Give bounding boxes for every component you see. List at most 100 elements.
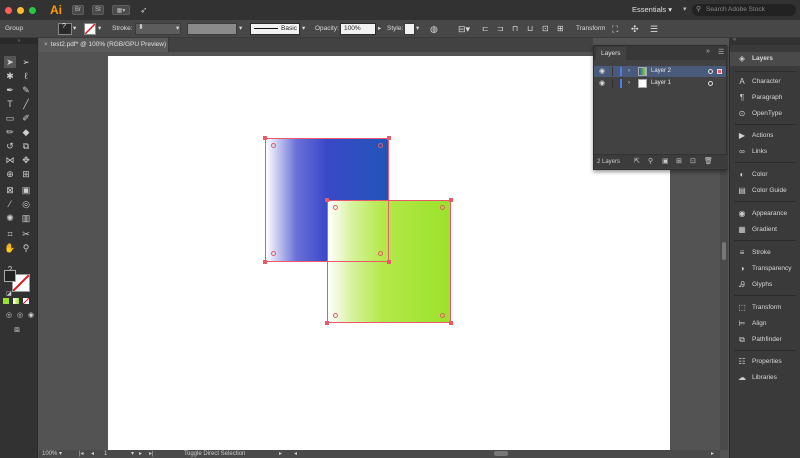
target-icon[interactable] <box>708 81 713 86</box>
magic-wand-tool-icon[interactable]: ✱ <box>4 70 16 82</box>
control-bar-menu-icon[interactable]: ☰ <box>650 23 658 35</box>
brush-dropdown-icon[interactable]: ▾ <box>302 23 305 35</box>
fill-swatch[interactable]: ? <box>58 23 72 35</box>
dock-item-color[interactable]: ◐ Color <box>730 168 800 182</box>
stroke-weight-dropdown-icon[interactable]: ▾ <box>176 23 179 35</box>
artboard-tool-icon[interactable]: ⌗ <box>4 228 16 240</box>
artboard-dropdown-icon[interactable]: ▾ <box>131 450 134 458</box>
width-tool-icon[interactable]: ⋈ <box>4 154 16 166</box>
delete-layer-icon[interactable]: 🗑 <box>704 155 713 169</box>
corner-widget-icon[interactable] <box>333 205 338 210</box>
none-mode-icon[interactable] <box>23 298 29 304</box>
close-window-button[interactable] <box>5 6 12 14</box>
dock-item-transparency[interactable]: ◑ Transparency <box>730 262 800 276</box>
curvature-tool-icon[interactable]: ✎ <box>20 84 32 96</box>
slice-tool-icon[interactable]: ✂ <box>20 228 32 240</box>
corner-widget-icon[interactable] <box>271 251 276 256</box>
scale-tool-icon[interactable]: ⧉ <box>20 140 32 152</box>
zoom-window-button[interactable] <box>29 6 36 14</box>
graphic-style-swatch[interactable] <box>404 23 415 35</box>
variable-width-profile[interactable] <box>187 23 237 35</box>
dock-expand-icon[interactable]: « <box>733 37 736 43</box>
anchor-point[interactable] <box>263 136 267 140</box>
bridge-button[interactable]: Br <box>72 5 84 15</box>
dock-item-actions[interactable]: ▶ Actions <box>730 129 800 143</box>
dock-item-gradient[interactable]: ▦ Gradient <box>730 223 800 237</box>
dock-item-align[interactable]: ⊨ Align <box>730 317 800 331</box>
line-segment-tool-icon[interactable]: ╱ <box>20 98 32 110</box>
type-tool-icon[interactable]: T <box>4 98 16 110</box>
anchor-point[interactable] <box>449 321 453 325</box>
corner-widget-icon[interactable] <box>378 251 383 256</box>
dock-item-paragraph[interactable]: ¶ Paragraph <box>730 91 800 105</box>
eyedropper-tool-icon[interactable]: ⁄ <box>4 198 16 210</box>
dock-item-appearance[interactable]: ◉ Appearance <box>730 207 800 221</box>
brush-definition-field[interactable]: Basic <box>250 23 300 35</box>
anchor-point[interactable] <box>449 198 453 202</box>
stock-search-input[interactable]: ⚲ Search Adobe Stock <box>692 4 796 16</box>
align-top-icon[interactable]: ⊔ <box>527 23 533 35</box>
align-middle-icon[interactable]: ⊡ <box>542 23 549 35</box>
minimize-window-button[interactable] <box>17 6 24 14</box>
lock-toggle[interactable] <box>612 67 613 76</box>
isolate-group-icon[interactable]: ⛶ <box>612 23 618 35</box>
shape-builder-tool-icon[interactable]: ⊕ <box>4 168 16 180</box>
dock-item-libraries[interactable]: ☁ Libraries <box>730 371 800 385</box>
previous-artboard-icon[interactable]: ◂ <box>91 450 94 458</box>
screen-mode-icon[interactable]: ⧈ <box>11 323 23 335</box>
lock-toggle[interactable] <box>612 79 613 88</box>
workspace-menu-icon[interactable]: ▾ <box>683 5 687 13</box>
style-dropdown-icon[interactable]: ▾ <box>416 23 419 35</box>
symbol-sprayer-tool-icon[interactable]: ✺ <box>4 212 16 224</box>
collapse-panel-icon[interactable]: » <box>706 48 710 55</box>
shaper-tool-icon[interactable]: ✏ <box>4 126 16 138</box>
lasso-tool-icon[interactable]: ℓ <box>20 70 32 82</box>
gpu-performance-icon[interactable]: ➶ <box>140 5 148 16</box>
zoom-dropdown-icon[interactable]: ▾ <box>59 450 62 458</box>
artboard-number-field[interactable]: 1 <box>104 450 107 458</box>
dock-item-pathfinder[interactable]: ⧉ Pathfinder <box>730 333 800 347</box>
vertical-scroll-thumb[interactable] <box>722 242 726 260</box>
selection-indicator[interactable] <box>717 69 722 74</box>
layer-name[interactable]: Layer 1 <box>651 78 671 89</box>
draw-inside-icon[interactable]: ◉ <box>25 310 37 322</box>
scroll-left-icon[interactable]: ◂ <box>294 450 297 458</box>
make-clipping-mask-icon[interactable]: ▣ <box>662 155 669 169</box>
expand-layer-icon[interactable]: › <box>628 66 630 77</box>
column-graph-tool-icon[interactable]: ▥ <box>20 212 32 224</box>
anchor-point[interactable] <box>325 198 329 202</box>
corner-widget-icon[interactable] <box>333 313 338 318</box>
opacity-dropdown-icon[interactable]: ▸ <box>378 23 381 35</box>
scroll-right-icon[interactable]: ▸ <box>711 450 714 458</box>
rectangle-tool-icon[interactable]: ▭ <box>4 112 16 124</box>
fill-color-indicator[interactable] <box>4 270 16 282</box>
new-layer-icon[interactable]: ⊡ <box>690 155 696 169</box>
dock-item-glyphs[interactable]: Ꭿ Glyphs <box>730 278 800 292</box>
hand-tool-icon[interactable]: ✋ <box>4 242 16 254</box>
anchor-point[interactable] <box>387 260 391 264</box>
dock-item-character[interactable]: A Character <box>730 75 800 89</box>
align-bottom-icon[interactable]: ⊞ <box>557 23 564 35</box>
puppet-warp-tool-icon[interactable]: ✥ <box>20 154 32 166</box>
visibility-eye-icon[interactable]: ◉ <box>599 78 605 89</box>
paintbrush-tool-icon[interactable]: ✐ <box>20 112 32 124</box>
gradient-tool-icon[interactable]: ▣ <box>20 184 32 196</box>
first-artboard-icon[interactable]: |◂ <box>79 450 84 458</box>
dock-item-color-guide[interactable]: ▤ Color Guide <box>730 184 800 198</box>
mesh-tool-icon[interactable]: ⊠ <box>4 184 16 196</box>
expand-layer-icon[interactable]: › <box>628 78 630 89</box>
workspace-switcher[interactable]: Essentials ▾ <box>632 5 672 14</box>
dock-item-opentype[interactable]: ⊙ OpenType <box>730 107 800 121</box>
align-left-icon[interactable]: ⊏ <box>482 23 489 35</box>
anchor-point[interactable] <box>387 136 391 140</box>
collect-for-export-icon[interactable]: ⇱ <box>634 155 640 169</box>
dock-item-links[interactable]: ∞ Links <box>730 145 800 159</box>
align-to-icon[interactable]: ⊟▾ <box>458 23 470 35</box>
layer-name[interactable]: Layer 2 <box>651 66 671 77</box>
next-artboard-icon[interactable]: ▸ <box>139 450 142 458</box>
opacity-field[interactable]: 100% <box>340 23 376 35</box>
anchor-point[interactable] <box>263 260 267 264</box>
new-sublayer-icon[interactable]: ⊞ <box>676 155 682 169</box>
close-tab-icon[interactable]: × <box>44 41 48 48</box>
color-mode-icon[interactable] <box>3 298 9 304</box>
